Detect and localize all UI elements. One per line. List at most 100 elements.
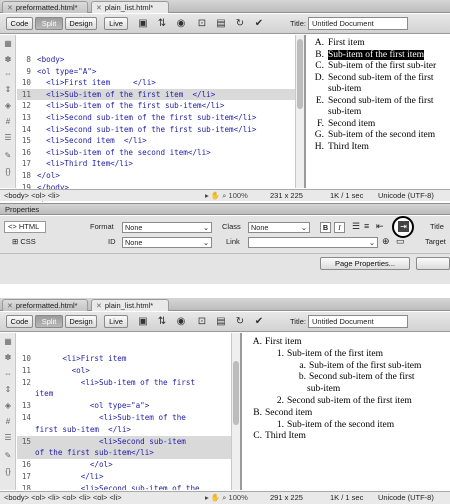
split-divider[interactable] <box>240 333 242 490</box>
balance-braces-icon[interactable]: # <box>3 117 13 127</box>
code-line[interactable]: 16 <li>Sub-item of the second item</li> <box>17 147 295 159</box>
browser-preview-icon[interactable]: ◉ <box>175 17 187 30</box>
code-line[interactable]: 17 <li>Third Item</li> <box>17 158 295 170</box>
id-select[interactable]: None ⌄ <box>122 237 212 248</box>
comment-icon[interactable]: ✎ <box>3 151 13 161</box>
design-list-item[interactable]: a. Sub-item of the first sub-item <box>244 361 450 373</box>
code-line[interactable]: 14 <li>Second sub-item of the first sub-… <box>17 124 295 136</box>
status-tools-icon[interactable]: ▸ ✋ ⌕ 100% <box>205 190 248 201</box>
ordered-list-icon[interactable]: ≡ <box>364 221 369 231</box>
design-list-item[interactable]: sub-item <box>244 384 450 396</box>
check-page-icon[interactable]: ✔ <box>253 17 265 30</box>
code-line[interactable]: 9 <ol type="A"> <box>17 66 295 78</box>
code-line[interactable]: 14 <li>Sub-item of the <box>17 412 231 424</box>
collapse-tag-icon[interactable]: ✽ <box>3 55 13 65</box>
design-list-item[interactable]: 1. Sub-item of the second item <box>244 420 450 432</box>
line-numbers-icon[interactable]: ☰ <box>3 433 13 443</box>
browser-preview-icon[interactable]: ◉ <box>175 315 187 328</box>
format-select[interactable]: None ⌄ <box>122 222 212 233</box>
design-list-item[interactable]: D. Second sub-item of the first <box>306 73 450 85</box>
window-size[interactable]: 231 x 225 <box>270 190 303 201</box>
code-line[interactable]: 13 <li>Second sub-item of the first sub-… <box>17 112 295 124</box>
design-list-item[interactable]: A. First item <box>244 337 450 349</box>
window-size[interactable]: 291 x 225 <box>270 492 303 503</box>
refresh-icon[interactable]: ↻ <box>234 17 246 30</box>
design-view-button[interactable]: Design <box>65 315 97 328</box>
html-mode-button[interactable]: <> HTML <box>4 221 46 233</box>
collapse-selection-icon[interactable]: ⇔ <box>3 69 13 79</box>
tag-selector[interactable]: <body> <ol> <li> <box>4 190 60 201</box>
select-parent-tag-icon[interactable]: ◈ <box>3 101 13 111</box>
design-list-item[interactable]: E. Second sub-item of the first <box>306 96 450 108</box>
design-view[interactable]: A. First item B. Sub-item of the first item… <box>306 38 450 188</box>
collapse-selection-icon[interactable]: ⇔ <box>3 369 13 379</box>
code-line[interactable]: 10 <li>First item <box>17 353 231 365</box>
code-scrollbar[interactable] <box>295 35 304 188</box>
code-editor[interactable]: 8 <body> 9 <ol type="A"> 10 <li>First item <… <box>17 36 295 203</box>
indent-icon[interactable]: {} <box>3 467 13 477</box>
open-documents-icon[interactable]: ▦ <box>3 39 13 49</box>
refresh-icon[interactable]: ↻ <box>234 315 246 328</box>
design-list-item[interactable]: A. First item <box>306 38 450 50</box>
title-input[interactable]: Untitled Document <box>308 17 408 30</box>
code-line[interactable]: of the first sub-item</li> <box>17 447 231 460</box>
design-list-item[interactable]: H. Third Item <box>306 142 450 154</box>
indent-button-highlight[interactable]: ⇥ <box>392 216 414 238</box>
point-to-file-icon[interactable]: ⊕ <box>382 236 390 247</box>
code-line[interactable]: 16 </ol> <box>17 459 231 471</box>
code-line[interactable]: 18 </ol> <box>17 170 295 182</box>
code-line[interactable]: 8 <body> <box>17 54 295 66</box>
file-management-icon[interactable]: ⇅ <box>156 17 168 30</box>
design-list-item[interactable]: 2. Second sub-item of the first item <box>244 396 450 408</box>
design-list-item[interactable]: C. Sub-item of the first sub-iter <box>306 61 450 73</box>
tab-preformatted[interactable]: ✕ preformatted.html* <box>2 1 88 13</box>
unordered-list-icon[interactable]: ☰ <box>352 221 360 232</box>
code-line[interactable]: 15 <li>Second item </li> <box>17 135 295 147</box>
scrollbar-thumb[interactable] <box>233 361 239 425</box>
collapse-tag-icon[interactable]: ✽ <box>3 353 13 363</box>
status-tools-icon[interactable]: ▸ ✋ ⌕ 100% <box>205 492 248 503</box>
code-line[interactable]: 10 <li>First item </li> <box>17 77 295 89</box>
design-view-button[interactable]: Design <box>65 17 97 30</box>
close-tab-icon[interactable]: ✕ <box>96 301 102 312</box>
code-view-button[interactable]: Code <box>6 315 33 328</box>
indent-icon[interactable]: {} <box>3 167 13 177</box>
code-line[interactable]: 11 <li>Sub-item of the first item </li> <box>17 88 295 101</box>
design-view[interactable]: A. First item 1. Sub-item of the first item… <box>244 337 450 489</box>
code-line[interactable]: 18 <li>Second sub-item of the <box>17 483 231 490</box>
multiscreen-icon[interactable]: ▣ <box>137 315 149 328</box>
tab-plain-list[interactable]: ✕ plain_list.html* <box>91 1 169 13</box>
design-list-item[interactable]: sub-item <box>306 107 450 119</box>
open-documents-icon[interactable]: ▦ <box>3 337 13 347</box>
outdent-icon[interactable]: ⇤ <box>376 221 384 232</box>
expand-all-icon[interactable]: ⇕ <box>3 85 13 95</box>
list-item-button[interactable] <box>416 257 450 270</box>
design-list-item[interactable]: b. Second sub-item of the first <box>244 372 450 384</box>
live-view-button[interactable]: Live <box>104 315 128 328</box>
close-tab-icon[interactable]: ✕ <box>7 301 13 312</box>
design-list-item[interactable]: sub-item <box>306 84 450 96</box>
tag-selector[interactable]: <body> <ol> <li> <ol> <li> <ol> <li> <box>4 492 122 503</box>
code-scrollbar[interactable] <box>231 333 240 490</box>
design-list-item[interactable]: B. Second item <box>244 408 450 420</box>
code-view-button[interactable]: Code <box>6 17 33 30</box>
tab-preformatted[interactable]: ✕ preformatted.html* <box>2 299 88 311</box>
comment-icon[interactable]: ✎ <box>3 451 13 461</box>
page-properties-button[interactable]: Page Properties... <box>320 257 410 270</box>
close-tab-icon[interactable]: ✕ <box>96 3 102 14</box>
live-view-button[interactable]: Live <box>104 17 128 30</box>
inspect-icon[interactable]: ⊡ <box>196 315 208 328</box>
inspect-icon[interactable]: ⊡ <box>196 17 208 30</box>
link-input[interactable]: ⌄ <box>248 237 378 248</box>
design-list-item[interactable]: F. Second item <box>306 119 450 131</box>
code-line[interactable]: 13 <ol type="a"> <box>17 400 231 412</box>
code-line[interactable]: 15 <li>Second sub-item <box>17 435 231 448</box>
code-line[interactable]: item <box>17 388 231 400</box>
expand-all-icon[interactable]: ⇕ <box>3 385 13 395</box>
visual-aids-icon[interactable]: ▤ <box>215 17 227 30</box>
code-line[interactable]: 12 <li>Sub-item of the first <box>17 377 231 389</box>
split-view-button[interactable]: Split <box>35 315 63 328</box>
css-mode-button[interactable]: ⊞ CSS <box>12 236 36 247</box>
line-numbers-icon[interactable]: ☰ <box>3 133 13 143</box>
browse-folder-icon[interactable]: ▭ <box>396 236 405 247</box>
